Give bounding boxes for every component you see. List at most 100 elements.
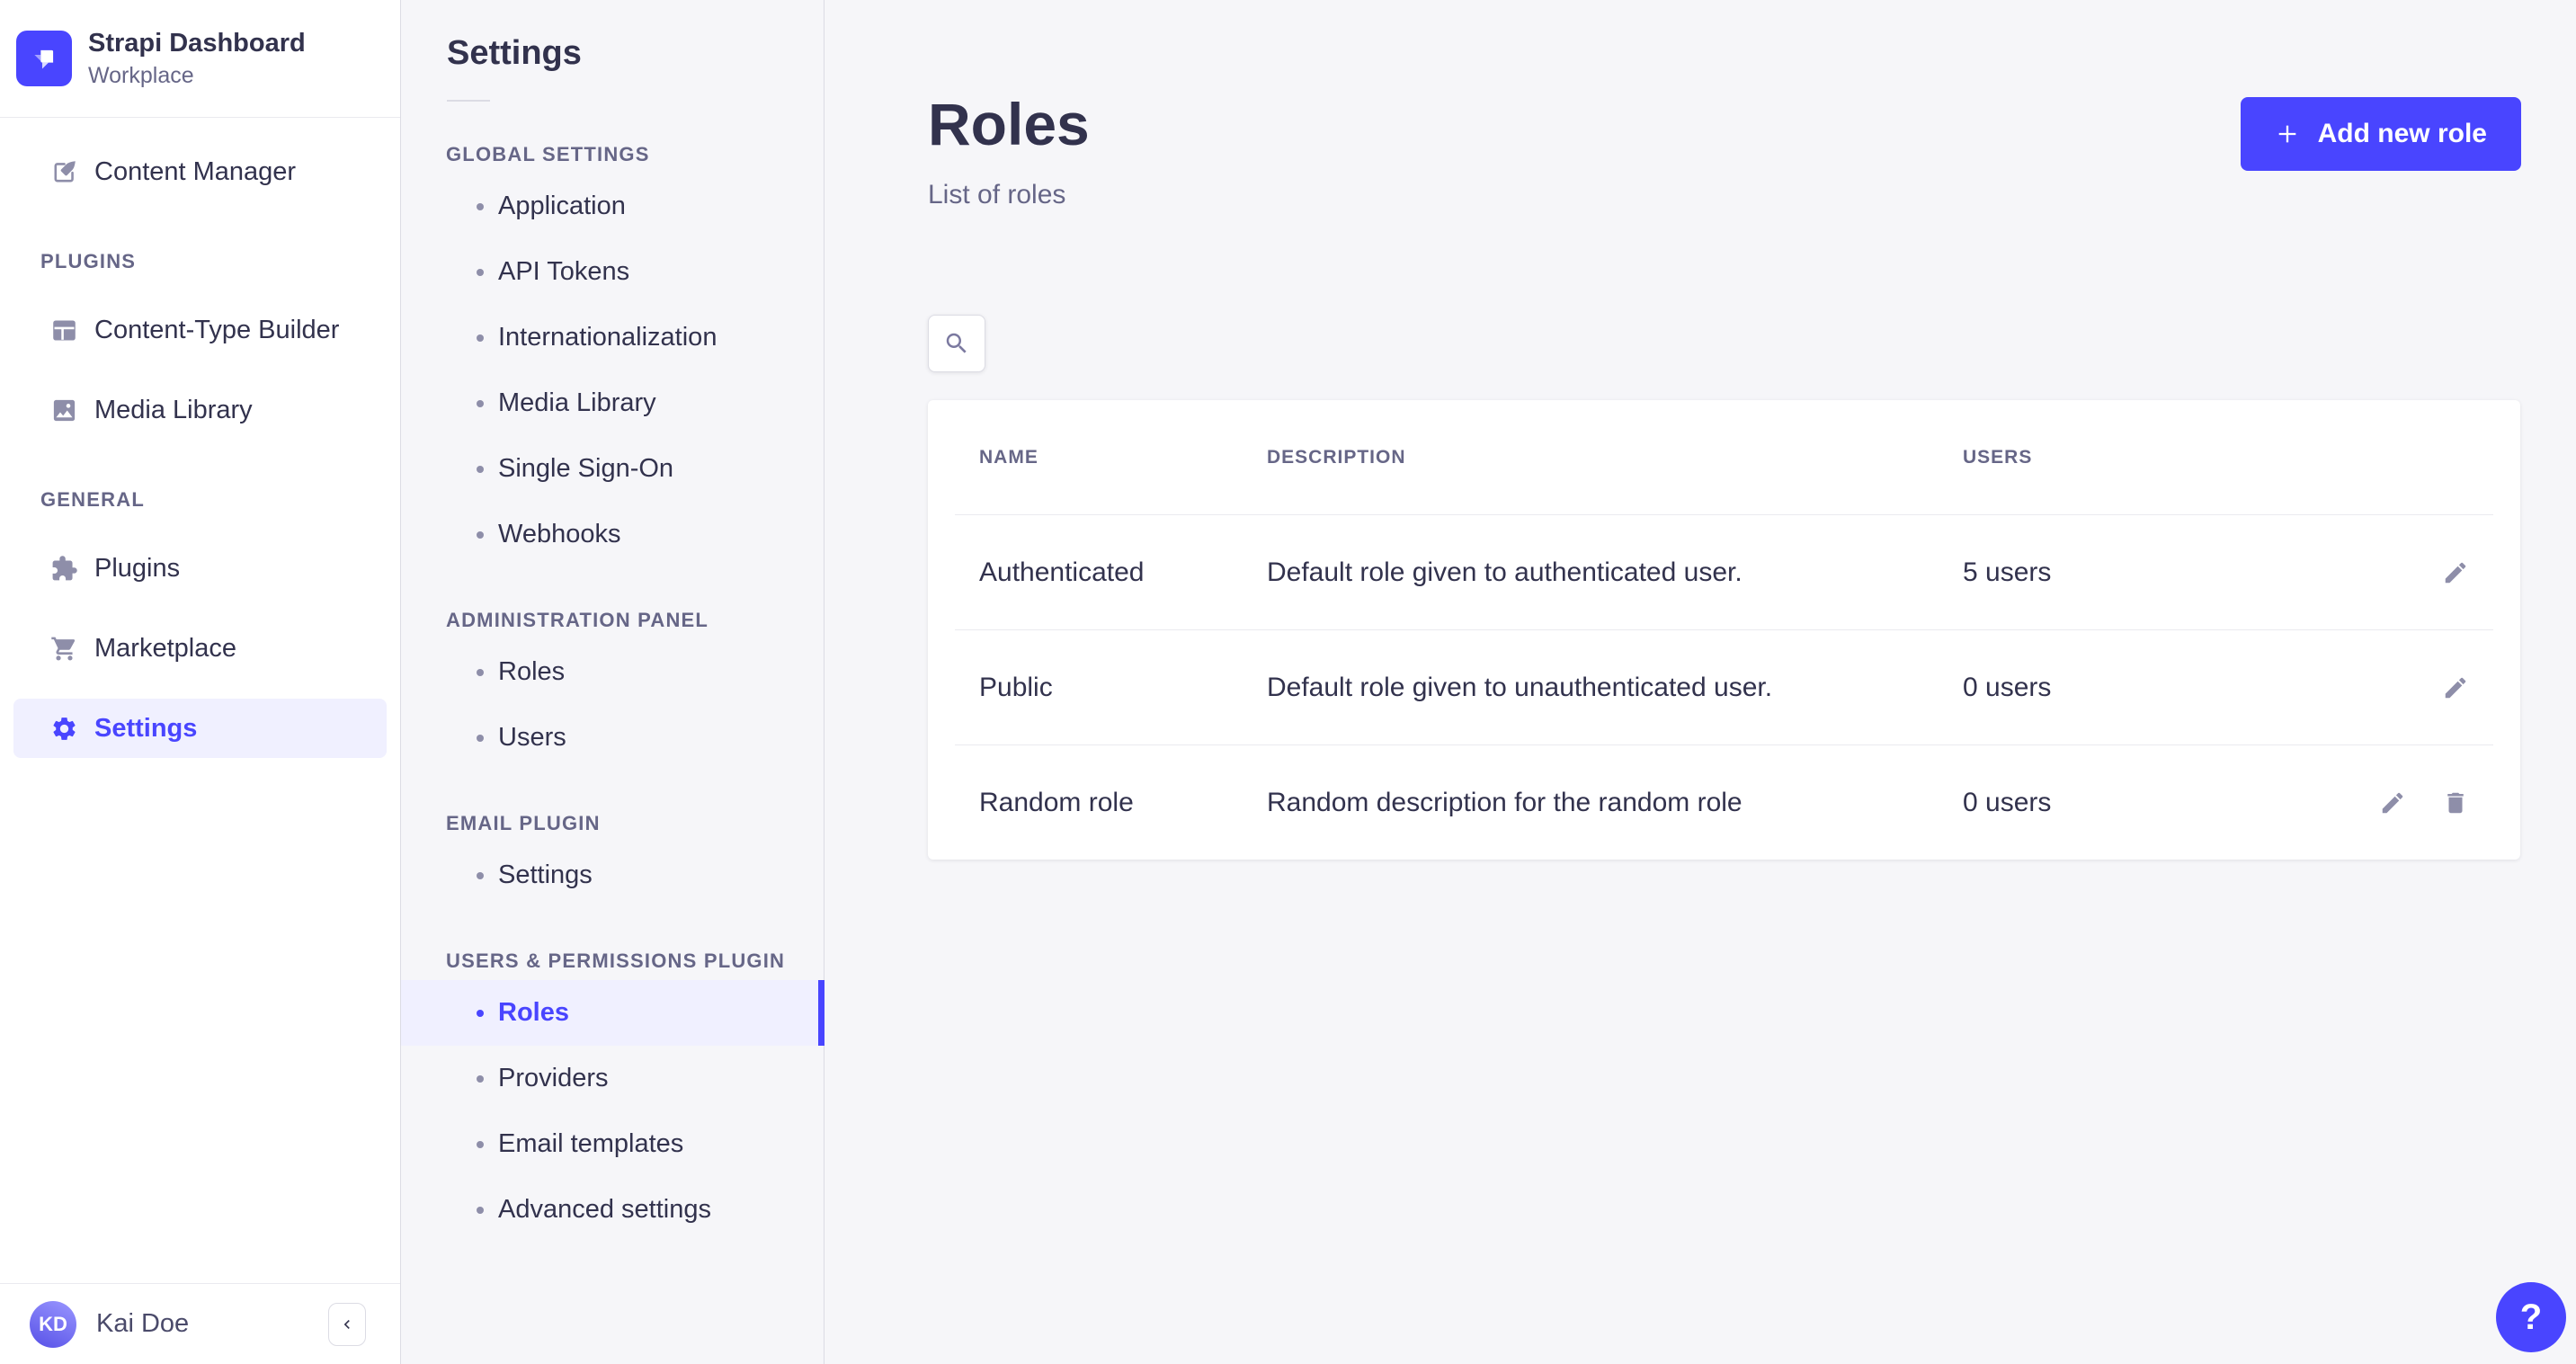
feather-pen-icon <box>50 158 78 186</box>
section-administration-panel: ADMINISTRATION PANEL <box>446 609 824 632</box>
bullet-icon <box>477 872 484 879</box>
main-nav-list: Content Manager PLUGINS Content-Type Bui… <box>0 142 400 758</box>
settings-item-single-sign-on[interactable]: Single Sign-On <box>401 436 824 502</box>
puzzle-icon <box>50 555 78 583</box>
brand: Strapi Dashboard Workplace <box>0 0 400 118</box>
section-email-plugin: EMAIL PLUGIN <box>446 812 824 835</box>
main-content: Roles List of roles Add new role NAME DE… <box>824 0 2576 1364</box>
role-name: Random role <box>979 788 1267 818</box>
table-header-row: NAME DESCRIPTION USERS <box>955 400 2493 514</box>
collapse-sidebar-button[interactable] <box>328 1303 366 1346</box>
main-sidebar: Strapi Dashboard Workplace Content Manag… <box>0 0 401 1364</box>
sidebar-item-marketplace[interactable]: Marketplace <box>13 619 387 678</box>
settings-item-email-templates[interactable]: Email templates <box>401 1111 824 1177</box>
question-mark-icon: ? <box>2520 1297 2542 1338</box>
settings-item-label: Webhooks <box>498 520 621 549</box>
settings-item-media-library[interactable]: Media Library <box>401 370 824 436</box>
bullet-icon <box>477 531 484 539</box>
settings-nav-title: Settings <box>447 34 824 73</box>
add-new-role-button[interactable]: Add new role <box>2241 97 2521 171</box>
table-row[interactable]: Random role Random description for the r… <box>955 744 2493 860</box>
bullet-icon <box>477 400 484 407</box>
role-name: Public <box>979 673 1267 703</box>
avatar[interactable]: KD <box>30 1301 76 1348</box>
picture-icon <box>50 397 78 424</box>
settings-item-up-roles[interactable]: Roles <box>401 980 824 1046</box>
role-description: Default role given to authenticated user… <box>1267 557 1963 588</box>
nav-section-general: GENERAL <box>40 488 400 512</box>
search-icon <box>943 330 970 357</box>
strapi-logo-icon[interactable] <box>16 31 72 86</box>
settings-item-admin-users[interactable]: Users <box>401 705 824 771</box>
role-description: Random description for the random role <box>1267 788 1963 818</box>
settings-item-label: Providers <box>498 1064 609 1093</box>
settings-item-email-settings[interactable]: Settings <box>401 842 824 908</box>
sidebar-item-label: Media Library <box>94 396 253 425</box>
settings-nav-divider <box>447 100 490 102</box>
settings-item-label: Media Library <box>498 388 656 418</box>
settings-item-admin-roles[interactable]: Roles <box>401 639 824 705</box>
roles-table-card: NAME DESCRIPTION USERS Authenticated Def… <box>928 400 2520 860</box>
brand-text: Strapi Dashboard Workplace <box>88 27 306 90</box>
bullet-icon <box>477 669 484 676</box>
sidebar-item-label: Marketplace <box>94 634 236 664</box>
bullet-icon <box>477 1207 484 1214</box>
row-actions <box>2442 559 2469 586</box>
section-users-permissions-plugin: USERS & PERMISSIONS PLUGIN <box>446 949 824 973</box>
sidebar-item-plugins[interactable]: Plugins <box>13 539 387 598</box>
table-row[interactable]: Authenticated Default role given to auth… <box>955 514 2493 629</box>
row-actions <box>2442 674 2469 701</box>
settings-item-webhooks[interactable]: Webhooks <box>401 502 824 567</box>
role-users-count: 5 users <box>1963 557 2442 588</box>
bullet-icon <box>477 735 484 742</box>
help-button[interactable]: ? <box>2496 1282 2566 1352</box>
settings-item-label: API Tokens <box>498 257 629 287</box>
settings-item-providers[interactable]: Providers <box>401 1046 824 1111</box>
edit-icon[interactable] <box>2442 674 2469 701</box>
settings-sidebar: Settings GLOBAL SETTINGS Application API… <box>401 0 824 1364</box>
sidebar-item-content-type-builder[interactable]: Content-Type Builder <box>13 300 387 360</box>
settings-item-label: Email templates <box>498 1129 683 1159</box>
settings-item-label: Settings <box>498 860 593 890</box>
column-header-name: NAME <box>979 447 1267 468</box>
page-subtitle: List of roles <box>928 180 1065 210</box>
edit-icon[interactable] <box>2442 559 2469 586</box>
sidebar-item-label: Plugins <box>94 554 180 584</box>
bullet-icon <box>477 203 484 210</box>
sidebar-item-settings[interactable]: Settings <box>13 699 387 758</box>
settings-item-advanced-settings[interactable]: Advanced settings <box>401 1177 824 1243</box>
nav-section-plugins: PLUGINS <box>40 250 400 273</box>
settings-item-label: Users <box>498 723 566 753</box>
sidebar-footer: KD Kai Doe <box>0 1283 400 1364</box>
table-row[interactable]: Public Default role given to unauthentic… <box>955 629 2493 744</box>
bullet-icon <box>477 1141 484 1148</box>
sidebar-item-content-manager[interactable]: Content Manager <box>13 142 387 201</box>
chevron-left-icon <box>338 1315 356 1333</box>
sidebar-item-label: Settings <box>94 714 197 744</box>
bullet-icon <box>477 269 484 276</box>
sidebar-item-media-library[interactable]: Media Library <box>13 380 387 440</box>
edit-icon[interactable] <box>2379 789 2406 816</box>
settings-item-internationalization[interactable]: Internationalization <box>401 305 824 370</box>
page-title: Roles <box>928 90 1090 158</box>
column-header-description: DESCRIPTION <box>1267 447 1963 468</box>
delete-icon[interactable] <box>2442 789 2469 816</box>
layout-grid-icon <box>50 316 78 344</box>
search-button[interactable] <box>928 315 985 372</box>
column-header-users: USERS <box>1963 447 2469 468</box>
brand-title: Strapi Dashboard <box>88 27 306 61</box>
sidebar-item-label: Content Manager <box>94 157 296 187</box>
settings-item-api-tokens[interactable]: API Tokens <box>401 239 824 305</box>
bullet-icon <box>477 334 484 342</box>
gear-icon <box>50 715 78 743</box>
settings-item-application[interactable]: Application <box>401 174 824 239</box>
role-users-count: 0 users <box>1963 788 2379 818</box>
settings-item-label: Advanced settings <box>498 1195 711 1225</box>
settings-item-label: Internationalization <box>498 323 717 352</box>
settings-item-label: Single Sign-On <box>498 454 673 484</box>
user-name: Kai Doe <box>96 1309 308 1339</box>
settings-item-label: Roles <box>498 998 569 1028</box>
add-new-role-label: Add new role <box>2318 119 2487 149</box>
cart-icon <box>50 635 78 663</box>
role-description: Default role given to unauthenticated us… <box>1267 673 1963 703</box>
